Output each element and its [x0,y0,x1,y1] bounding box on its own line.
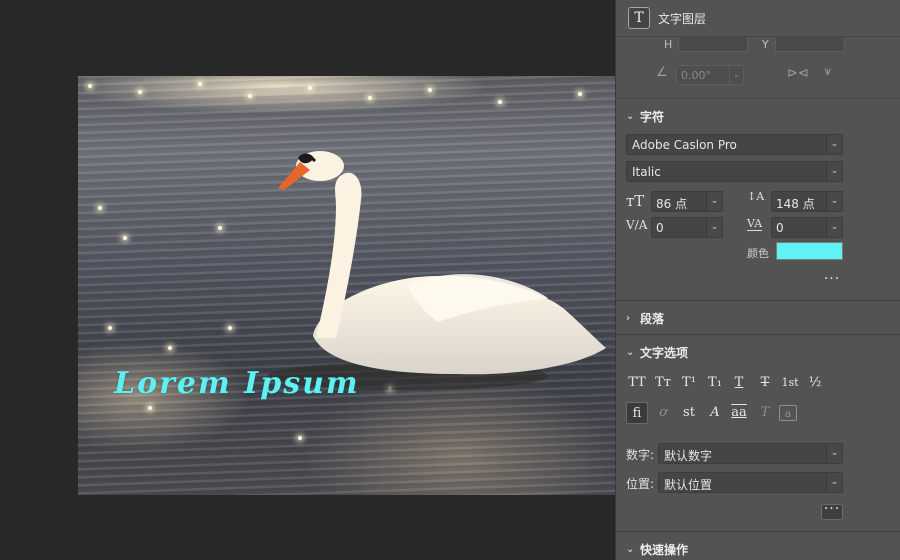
chevron-down-icon: ⌄ [826,162,842,181]
height-label: H [664,38,673,51]
ellipsis-icon[interactable]: ··· [821,272,843,291]
kerning-value: 0 [656,221,664,235]
small-caps-button[interactable]: Tт [652,372,674,394]
tracking-icon: VA [747,217,763,231]
chevron-down-icon: ⌄ [626,346,635,358]
font-family-value: Adobe Caslon Pro [632,138,737,152]
paragraph-section-header[interactable]: › 段落 [616,301,900,335]
character-section-header[interactable]: ⌄ 字符 [616,99,900,133]
angle-icon: ∠ [656,65,668,80]
discretionary-ligatures-button[interactable]: ơ [652,402,674,424]
strikethrough-button[interactable]: T [754,372,776,394]
swan-photo[interactable]: Lorem Ipsum [78,76,615,495]
text-layer-icon: T [628,7,650,29]
numerals-value: 默认数字 [664,449,713,463]
chevron-down-icon[interactable]: ⌄ [706,192,722,211]
leading-value: 148 点 [776,197,815,211]
chevron-down-icon: ⌄ [826,473,842,492]
quick-actions-section-header[interactable]: ⌄ 快速操作 [616,532,900,560]
swash-button[interactable]: A [704,402,726,424]
tracking-field[interactable]: 0 ⌄ [771,217,843,238]
kerning-field[interactable]: 0 ⌄ [651,217,723,238]
underline-button[interactable]: T [728,372,750,394]
numerals-select[interactable]: 默认数字 ⌄ [658,443,843,464]
kerning-icon: V/A [626,218,648,232]
numerals-label: 数字: [626,448,655,462]
quick-actions-section: ⌄ 快速操作 [616,532,900,560]
stylistic-alternates-button[interactable]: aa [728,402,750,424]
y-field[interactable] [775,37,845,52]
flip-vertical-icon[interactable]: ⩛ [824,64,831,79]
chevron-down-icon[interactable]: ⌄ [706,218,722,237]
angle-field[interactable]: 0.00° ⌄ [676,65,744,85]
chevron-down-icon: ⌄ [626,110,635,122]
position-value: 默认位置 [664,478,713,492]
chevron-down-icon: ⌄ [826,444,842,463]
fractions-button[interactable]: ½ [804,372,826,394]
color-label: 颜色 [747,247,769,260]
y-label: Y [762,38,769,51]
canvas-workspace[interactable]: Lorem Ipsum [0,0,615,560]
font-size-field[interactable]: 86 点 ⌄ [651,191,723,212]
ordinals-button[interactable]: 1st [779,372,801,394]
all-caps-button[interactable]: TT [626,372,648,394]
chevron-down-icon[interactable]: ⌄ [826,192,842,211]
leading-field[interactable]: 148 点 ⌄ [771,191,843,212]
position-select[interactable]: 默认位置 ⌄ [658,472,843,493]
character-section-title: 字符 [640,109,665,124]
font-family-select[interactable]: Adobe Caslon Pro ⌄ [626,134,843,155]
font-style-select[interactable]: Italic ⌄ [626,161,843,182]
quick-actions-section-title: 快速操作 [640,542,689,557]
canvas-text-layer[interactable]: Lorem Ipsum [114,366,360,401]
tracking-value: 0 [776,221,784,235]
ordinal-alternates-button[interactable]: a [779,405,797,421]
chevron-down-icon[interactable]: ⌄ [826,218,842,237]
chevron-down-icon[interactable]: ⌄ [729,66,743,84]
height-field[interactable] [678,37,748,52]
paragraph-section: › 段落 [616,301,900,335]
panel-header: T 文字图层 [616,0,900,37]
superscript-button[interactable]: T¹ [678,372,700,394]
chevron-right-icon: › [626,312,631,324]
titling-alternates-button[interactable]: T [754,402,776,424]
flip-horizontal-icon[interactable]: ⊳⊲ [787,66,809,81]
text-options-section-header[interactable]: ⌄ 文字选项 [616,335,900,369]
chevron-down-icon: ⌄ [826,135,842,154]
properties-panel: T 文字图层 H Y ∠ 0.00° ⌄ ⊳⊲ ⩛ ⌄ 字符 Adobe Cas… [615,0,900,560]
paragraph-section-title: 段落 [640,311,665,326]
contextual-alternates-button[interactable]: st [678,402,700,424]
font-size-icon: тT [626,192,645,210]
font-size-value: 86 点 [656,197,688,211]
text-options-section: ⌄ 文字选项 TT Tт T¹ T₁ T T 1st ½ ﬁ ơ st A aa… [616,335,900,532]
text-options-section-title: 文字选项 [640,345,689,360]
ligatures-button[interactable]: ﬁ [626,402,648,424]
panel-title: 文字图层 [658,11,707,26]
text-color-swatch[interactable] [776,242,843,260]
font-style-value: Italic [632,165,661,179]
subscript-button[interactable]: T₁ [704,372,726,394]
leading-icon: ↕A [747,190,765,203]
transform-section: H Y ∠ 0.00° ⌄ ⊳⊲ ⩛ [616,37,900,99]
angle-value: 0.00° [681,69,711,82]
ellipsis-icon[interactable]: ··· [821,502,843,520]
position-label: 位置: [626,477,655,491]
chevron-down-icon: ⌄ [626,543,635,555]
character-section: ⌄ 字符 Adobe Caslon Pro ⌄ Italic ⌄ тT 86 点… [616,99,900,301]
swan-illustration [268,151,606,390]
